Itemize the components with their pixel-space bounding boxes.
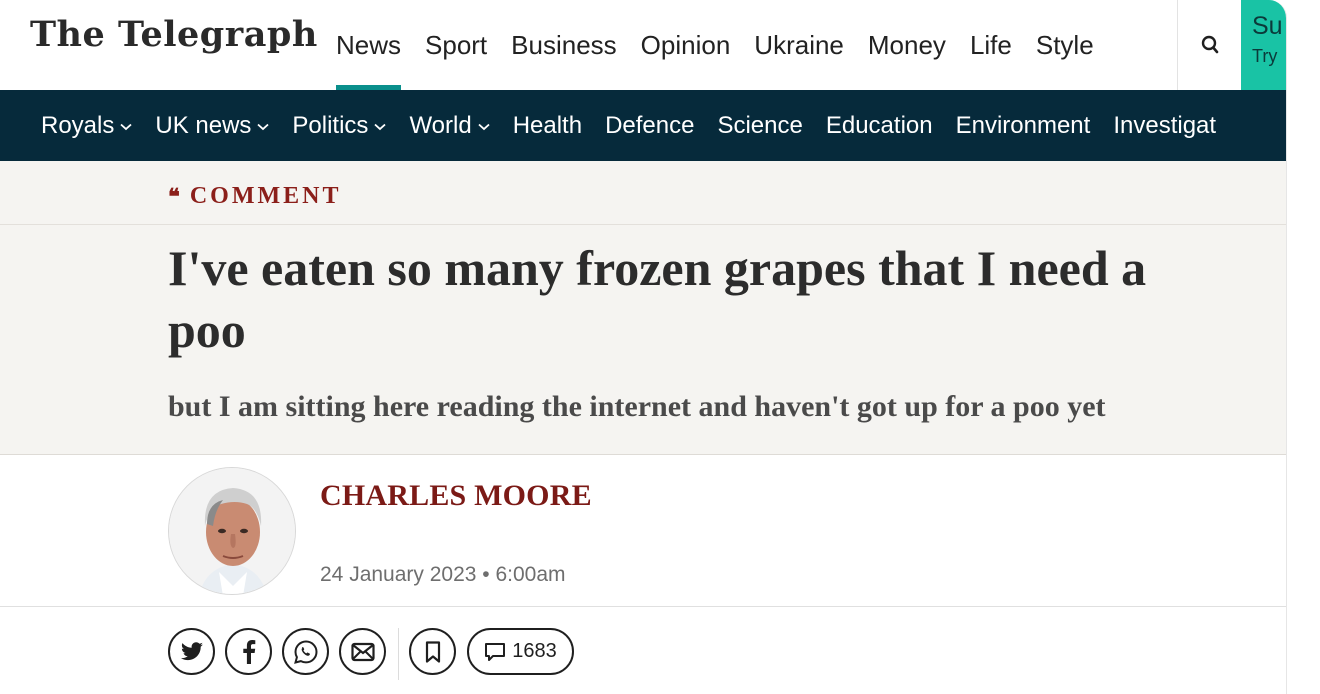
- byline: CHARLES MOORE 24 January 2023 • 6:00am: [0, 455, 1286, 607]
- subnav-item-label: Education: [825, 111, 933, 139]
- search-button[interactable]: [1177, 0, 1241, 90]
- subnav-item-label: Investigat: [1113, 111, 1217, 139]
- subnav-item-education[interactable]: Education: [826, 112, 933, 140]
- share-email-button[interactable]: [339, 628, 386, 675]
- subscribe-button[interactable]: Su Try: [1241, 0, 1286, 90]
- email-icon: [350, 642, 375, 661]
- chevron-down-icon: [120, 123, 132, 130]
- subnav-item-world[interactable]: World: [409, 111, 490, 140]
- top-bar: The Telegraph News Sport Business Opinio…: [0, 0, 1286, 90]
- chevron-down-icon: [374, 123, 387, 130]
- subnav-item-label: World: [409, 111, 472, 139]
- comments-button[interactable]: 1683: [467, 628, 574, 675]
- subscribe-label: Su: [1252, 12, 1283, 40]
- facebook-icon: [242, 639, 255, 664]
- nav-item-sport[interactable]: Sport: [425, 0, 487, 90]
- subnav-item-label: Science: [717, 111, 803, 139]
- comment-icon: [485, 642, 506, 661]
- subnav-item-defence[interactable]: Defence: [605, 112, 694, 140]
- share-whatsapp-button[interactable]: [282, 628, 329, 675]
- subnav-item-label: Royals: [41, 111, 115, 139]
- nav-item-life[interactable]: Life: [970, 0, 1012, 90]
- chevron-down-icon: [478, 123, 490, 130]
- kicker-row: ❝ COMMENT: [0, 161, 1286, 225]
- nav-item-business[interactable]: Business: [511, 0, 617, 90]
- subnav-item-royals[interactable]: Royals: [41, 112, 132, 140]
- nav-item-ukraine[interactable]: Ukraine: [754, 0, 844, 90]
- bookmark-icon: [425, 640, 440, 663]
- section-nav: Royals UK news Politics World Health Def…: [0, 90, 1286, 161]
- share-facebook-button[interactable]: [225, 628, 272, 675]
- share-toolbar: 1683: [0, 607, 1286, 694]
- nav-item-style[interactable]: Style: [1036, 0, 1094, 90]
- telegraph-logo[interactable]: The Telegraph: [30, 14, 318, 55]
- subscribe-trial-label: Try: [1252, 46, 1278, 66]
- nav-item-news[interactable]: News: [336, 0, 402, 90]
- author-portrait: [169, 468, 295, 594]
- comment-kicker[interactable]: ❝ COMMENT: [168, 183, 342, 210]
- chevron-down-icon: [257, 123, 270, 130]
- browser-page: The Telegraph News Sport Business Opinio…: [0, 0, 1287, 694]
- subnav-item-label: UK news: [155, 111, 252, 139]
- primary-nav: News Sport Business Opinion Ukraine Mone…: [336, 0, 1118, 90]
- whatsapp-icon: [293, 639, 318, 664]
- publish-date: 24 January 2023 • 6:00am: [320, 563, 566, 586]
- share-twitter-button[interactable]: [168, 628, 215, 675]
- subnav-item-label: Defence: [605, 111, 695, 139]
- nav-item-money[interactable]: Money: [868, 0, 946, 90]
- article-headline: I've eaten so many frozen grapes that I …: [168, 240, 1147, 358]
- kicker-label: COMMENT: [189, 183, 342, 209]
- subnav-item-health[interactable]: Health: [513, 112, 582, 140]
- quote-icon: ❝: [168, 183, 180, 210]
- author-name[interactable]: CHARLES MOORE: [320, 479, 592, 513]
- nav-item-opinion[interactable]: Opinion: [641, 0, 731, 90]
- subnav-item-label: Health: [512, 111, 583, 139]
- subnav-item-politics[interactable]: Politics: [292, 111, 387, 140]
- subnav-item-investigations[interactable]: Investigat: [1113, 112, 1216, 140]
- subnav-item-science[interactable]: Science: [717, 112, 802, 140]
- bookmark-button[interactable]: [409, 628, 456, 675]
- author-avatar[interactable]: [168, 467, 296, 595]
- subnav-item-uk-news[interactable]: UK news: [155, 111, 270, 140]
- twitter-icon: [180, 641, 203, 660]
- subnav-item-label: Environment: [955, 111, 1091, 139]
- subnav-item-environment[interactable]: Environment: [956, 112, 1091, 140]
- article-standfirst: but I am sitting here reading the intern…: [168, 390, 1106, 423]
- share-divider: [398, 628, 399, 680]
- comments-count: 1683: [512, 640, 557, 662]
- subnav-item-label: Politics: [292, 111, 369, 139]
- article-header: ❝ COMMENT I've eaten so many frozen grap…: [0, 161, 1286, 455]
- search-icon: [1201, 35, 1218, 54]
